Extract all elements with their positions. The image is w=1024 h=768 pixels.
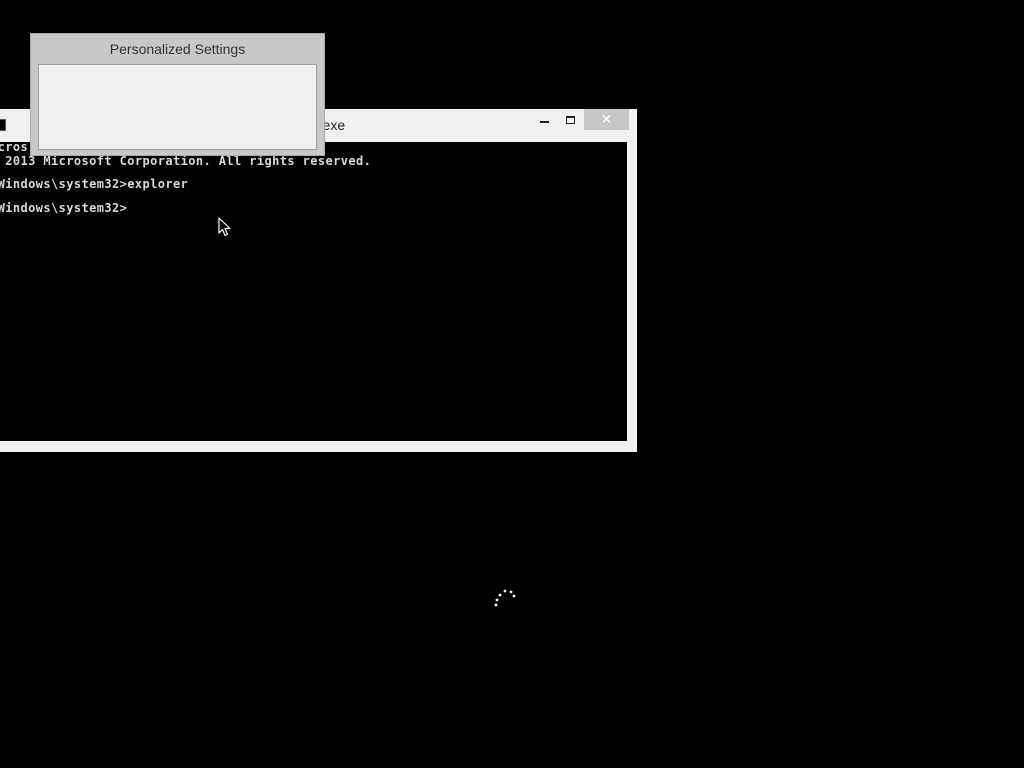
dialog-title: Personalized Settings <box>109 41 246 57</box>
close-icon: ✕ <box>600 111 613 128</box>
mouse-pointer-icon <box>218 217 231 237</box>
personalized-settings-dialog[interactable]: Personalized Settings <box>30 33 325 156</box>
cmd-console[interactable]: icros ) 2013 Microsoft Corporation. All … <box>0 142 627 441</box>
maximize-icon <box>565 115 575 124</box>
console-prompt-line: \Windows\system32> <box>0 201 128 215</box>
busy-spinner-icon <box>494 589 516 607</box>
minimize-button[interactable] <box>531 109 557 130</box>
console-line: \Windows\system32>explorer <box>0 177 189 191</box>
console-line: icros <box>0 142 29 154</box>
dialog-body <box>38 64 317 150</box>
cmd-window[interactable]: C:\Windows\system32\cmd.exe ✕ icros ) 20… <box>0 109 637 452</box>
close-button[interactable]: ✕ <box>584 109 629 130</box>
maximize-button[interactable] <box>557 109 583 130</box>
minimize-icon <box>539 121 549 123</box>
console-line: ) 2013 Microsoft Corporation. All rights… <box>0 154 372 168</box>
